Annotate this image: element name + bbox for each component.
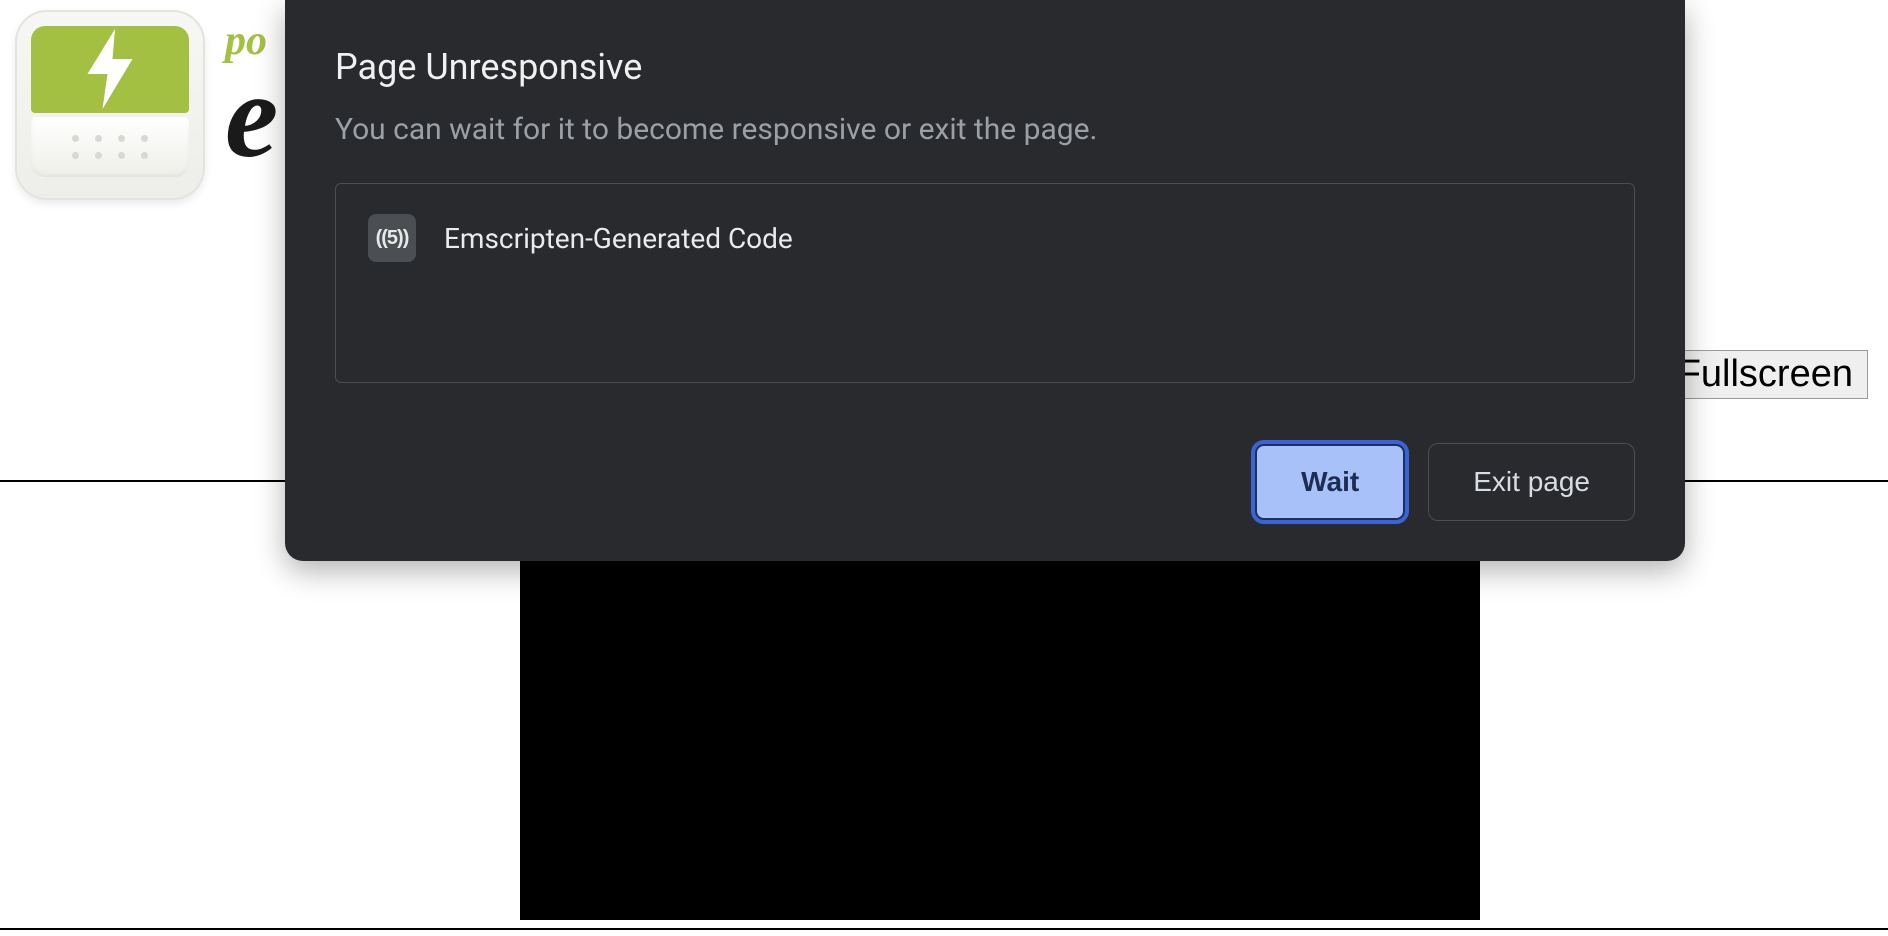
process-name: Emscripten-Generated Code <box>444 222 793 255</box>
logo-bottom-panel <box>31 117 189 177</box>
exit-page-button-label: Exit page <box>1473 466 1590 497</box>
fullscreen-button[interactable]: Fullscreen <box>1663 350 1868 399</box>
dialog-subtitle: You can wait for it to become responsive… <box>335 112 1635 147</box>
logo-top-panel <box>31 26 189 113</box>
exit-page-button[interactable]: Exit page <box>1428 443 1635 521</box>
unresponsive-process-list: ((5)) Emscripten-Generated Code <box>335 183 1635 383</box>
fullscreen-button-label: Fullscreen <box>1678 353 1853 395</box>
lightning-icon <box>80 29 140 109</box>
broadcast-icon: ((5)) <box>376 227 409 250</box>
dialog-button-row: Wait Exit page <box>335 443 1635 521</box>
emscripten-wordmark: po e <box>225 20 274 170</box>
emscripten-logo <box>15 10 205 200</box>
wordmark-name: e <box>225 62 274 170</box>
wait-button[interactable]: Wait <box>1254 443 1406 521</box>
dialog-title: Page Unresponsive <box>335 46 1635 88</box>
page-unresponsive-dialog: Page Unresponsive You can wait for it to… <box>285 0 1685 561</box>
process-favicon: ((5)) <box>368 214 416 262</box>
divider-bottom <box>0 928 1888 930</box>
wait-button-label: Wait <box>1301 466 1359 497</box>
